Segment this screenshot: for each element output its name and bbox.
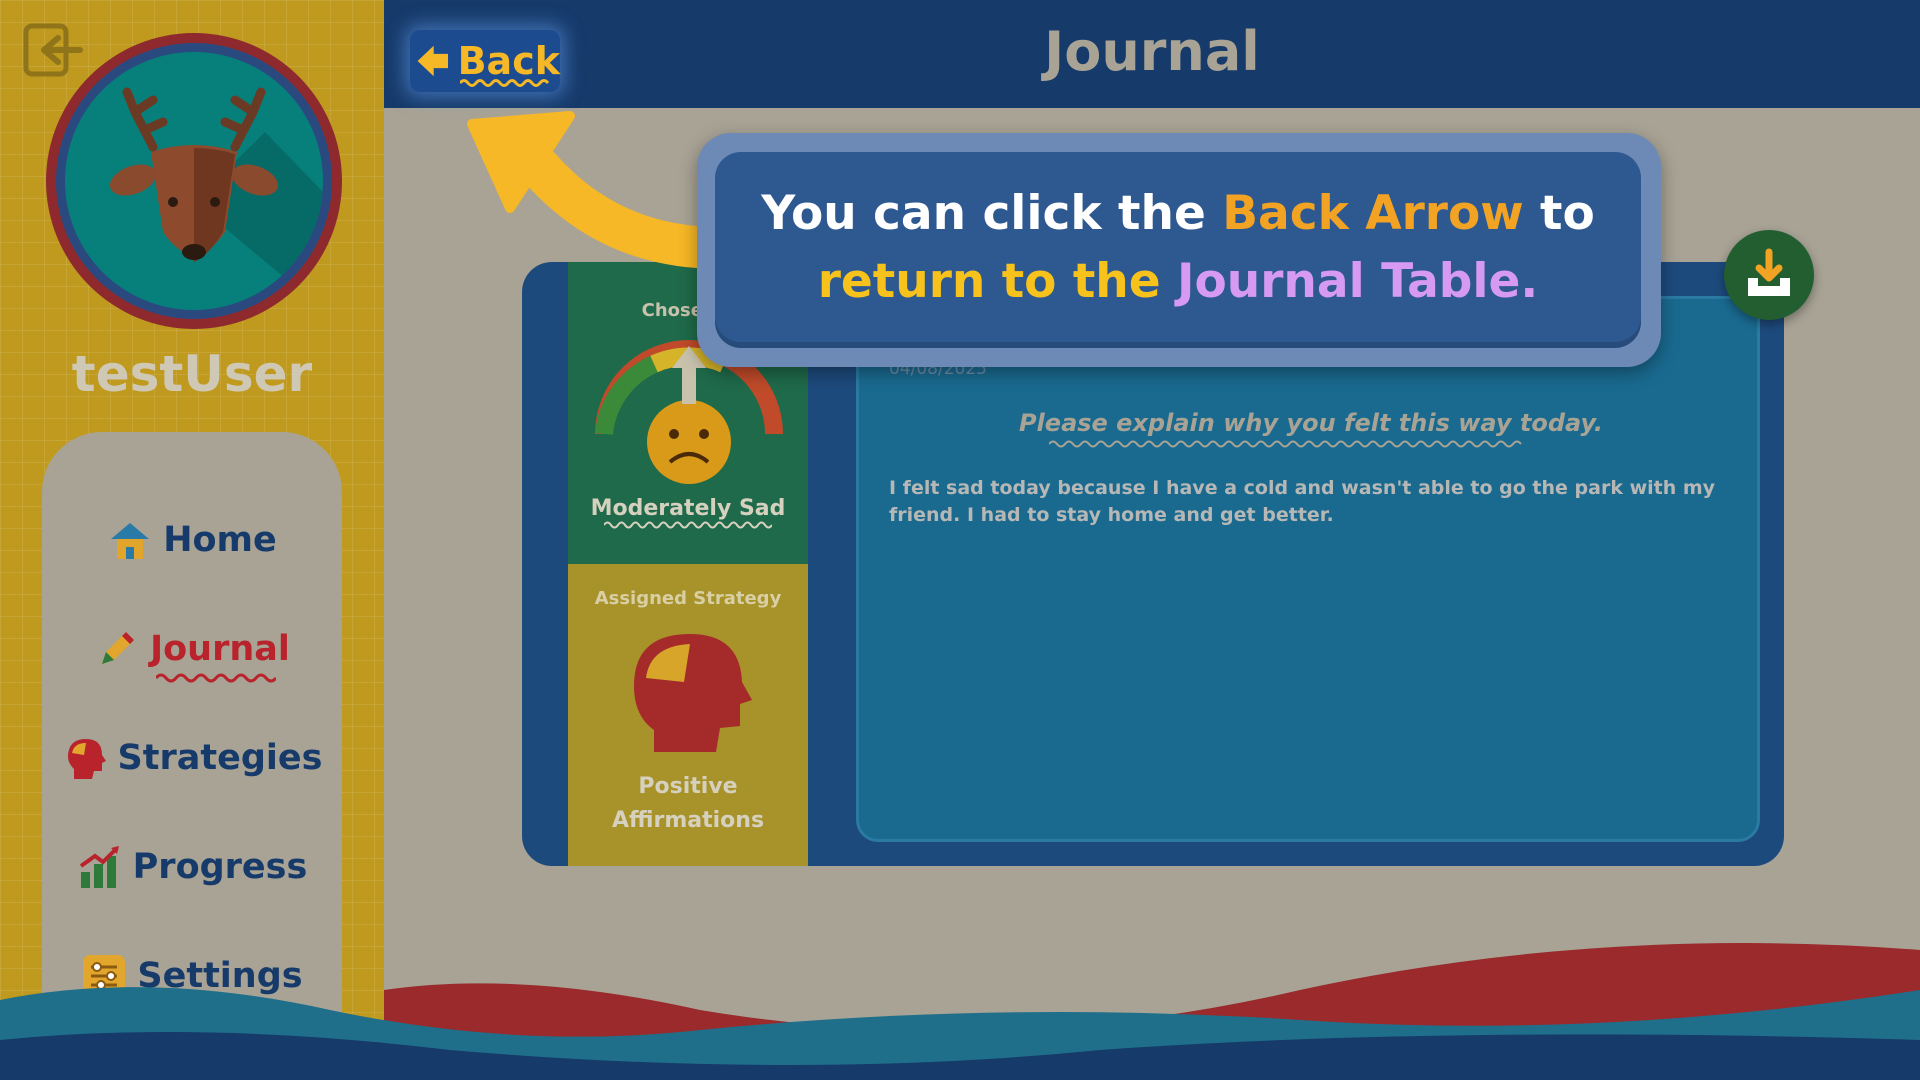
pointer-arrow-icon: [467, 111, 720, 269]
nav-journal-label: Journal: [150, 629, 290, 669]
prompt-underline: [1049, 440, 1522, 448]
download-button[interactable]: [1724, 230, 1814, 320]
tooltip-text-1: You can click the: [761, 186, 1223, 241]
active-underline: [156, 673, 276, 683]
nav-strategies[interactable]: Strategies: [42, 723, 342, 793]
username: testUser: [71, 345, 313, 403]
tooltip-text-3: return to the: [817, 254, 1177, 309]
tooltip-highlight-journal-table: Journal Table.: [1177, 254, 1539, 309]
deer-icon: [109, 87, 323, 310]
nav-strategies-label: Strategies: [117, 738, 323, 778]
nav-home[interactable]: Home: [42, 505, 342, 575]
house-icon: [111, 523, 150, 559]
download-icon: [1748, 248, 1790, 296]
nav-progress[interactable]: Progress: [42, 832, 342, 902]
tooltip-highlight-back-arrow: Back Arrow: [1222, 186, 1524, 241]
head-brain-icon: [634, 634, 752, 752]
tutorial-tooltip-text: You can click the Back Arrow to return t…: [715, 180, 1641, 316]
nav-home-label: Home: [163, 520, 277, 560]
strategy-caption: Assigned Strategy: [594, 588, 782, 609]
chart-icon: [79, 846, 119, 888]
footer-waves: [0, 943, 1920, 1080]
pencil-icon: [102, 632, 135, 664]
strategy-name-line1: Positive: [638, 774, 738, 799]
entry-prompt: Please explain why you felt this way tod…: [1018, 409, 1604, 437]
strategy-card: Assigned Strategy Positive Affirmations: [568, 564, 808, 866]
journal-entry-box: 04/08/2025 Please explain why you felt t…: [856, 296, 1760, 842]
strategy-name-line2: Affirmations: [611, 808, 765, 833]
nav-progress-label: Progress: [132, 847, 308, 887]
page-title: Journal: [1044, 20, 1260, 83]
entry-text: I felt sad today because I have a cold a…: [889, 477, 1716, 526]
sidebar: testUser Home Journal Strategies Progres…: [0, 0, 384, 1080]
nav-journal[interactable]: Journal: [42, 614, 342, 684]
head-icon: [67, 739, 106, 779]
avatar: [46, 33, 342, 329]
logout-icon[interactable]: [22, 22, 84, 78]
tooltip-text-2: to: [1523, 186, 1595, 241]
emotion-underline: [604, 521, 772, 529]
